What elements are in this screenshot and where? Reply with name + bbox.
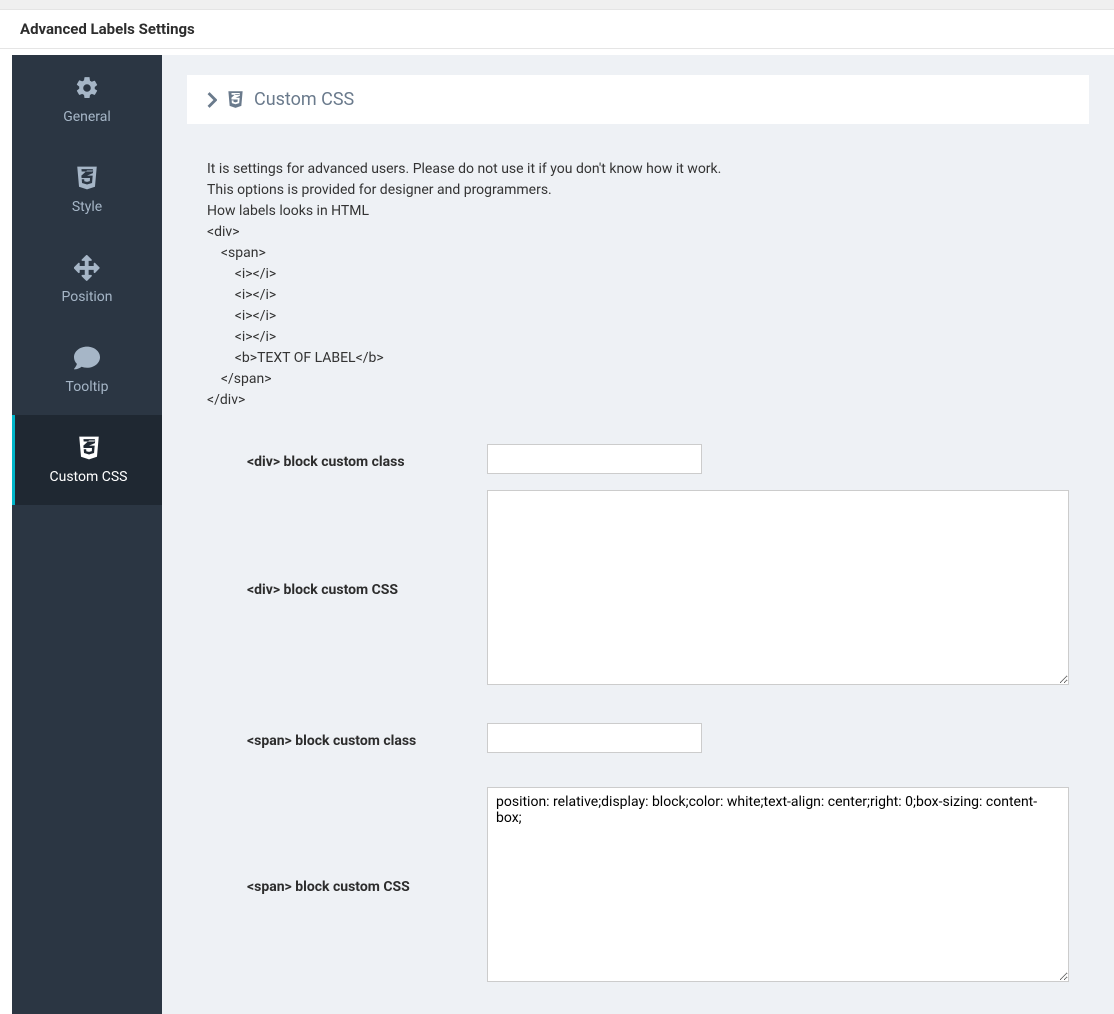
comment-icon <box>73 345 101 371</box>
field-span-css: <span> block custom CSS <box>187 779 1089 994</box>
intro-line: It is settings for advanced users. Pleas… <box>207 159 1069 180</box>
sidebar-item-label: Position <box>61 289 112 305</box>
sidebar-item-style[interactable]: Style <box>12 145 162 235</box>
code-line: <i></i> <box>207 327 1069 348</box>
css3-icon <box>227 90 244 109</box>
intro-text: It is settings for advanced users. Pleas… <box>187 159 1089 411</box>
sidebar-item-custom-css[interactable]: Custom CSS <box>12 415 162 505</box>
arrows-icon <box>74 255 100 281</box>
div-css-textarea[interactable] <box>487 490 1069 685</box>
code-line: <i></i> <box>207 285 1069 306</box>
code-line: <div> <box>207 222 1069 243</box>
intro-line: This options is provided for designer an… <box>207 180 1069 201</box>
field-label: <span> block custom CSS <box>207 787 487 982</box>
css3-icon <box>75 165 99 191</box>
top-bar <box>0 0 1114 10</box>
span-class-input[interactable] <box>487 723 702 753</box>
content-area: Custom CSS It is settings for advanced u… <box>162 55 1114 1014</box>
span-css-textarea[interactable] <box>487 787 1069 982</box>
intro-line: How labels looks in HTML <box>207 201 1069 222</box>
code-line: <b>TEXT OF LABEL</b> <box>207 348 1069 369</box>
code-line: </span> <box>207 369 1069 390</box>
page-title: Advanced Labels Settings <box>20 20 1094 38</box>
field-div-class: <div> block custom class <box>187 436 1089 482</box>
panel-title: Custom CSS <box>254 89 354 110</box>
code-line: </div> <box>207 390 1069 411</box>
sidebar-item-label: Style <box>72 199 102 215</box>
field-label: <span> block custom class <box>207 728 487 749</box>
panel-header[interactable]: Custom CSS <box>187 75 1089 124</box>
field-div-css: <div> block custom CSS <box>187 482 1089 697</box>
settings-sidebar: General Style Position Tooltip Custom CS <box>12 55 162 1014</box>
css3-icon <box>77 435 101 461</box>
code-line: <span> <box>207 243 1069 264</box>
field-span-class: <span> block custom class <box>187 715 1089 761</box>
field-label: <div> block custom CSS <box>207 490 487 685</box>
sidebar-item-label: General <box>63 109 111 125</box>
page-header: Advanced Labels Settings <box>0 10 1114 49</box>
sidebar-item-label: Custom CSS <box>50 469 128 485</box>
gear-icon <box>74 75 100 101</box>
code-line: <i></i> <box>207 306 1069 327</box>
chevron-right-icon <box>207 92 217 108</box>
field-label: <div> block custom class <box>207 449 487 470</box>
sidebar-item-position[interactable]: Position <box>12 235 162 325</box>
code-sample: <div> <span> <i></i> <i></i> <i></i> <i>… <box>207 222 1069 411</box>
div-class-input[interactable] <box>487 444 702 474</box>
sidebar-item-tooltip[interactable]: Tooltip <box>12 325 162 415</box>
sidebar-item-general[interactable]: General <box>12 55 162 145</box>
sidebar-item-label: Tooltip <box>66 379 109 395</box>
code-line: <i></i> <box>207 264 1069 285</box>
